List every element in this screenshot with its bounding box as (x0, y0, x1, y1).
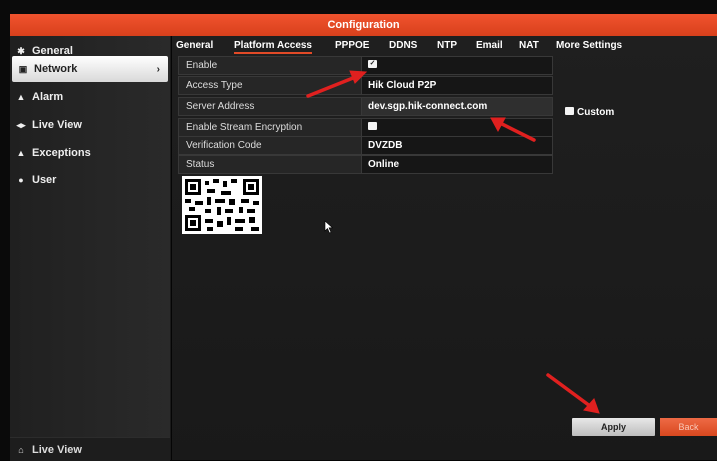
mouse-cursor-icon (324, 220, 334, 234)
sidebar-item-user[interactable]: ● User (10, 167, 170, 193)
sidebar-item-label: Live View (32, 119, 82, 131)
sidebar-item-label: Exceptions (32, 147, 91, 159)
access-type-select[interactable]: Hik Cloud P2P (362, 77, 552, 94)
status-row: Status Online (178, 155, 553, 174)
back-button[interactable]: Back (660, 418, 717, 436)
verification-code-row: Verification Code DVZDB (178, 136, 553, 155)
gear-icon: ✱ (17, 45, 25, 56)
tab-ddns[interactable]: DDNS (389, 40, 417, 51)
apply-button[interactable]: Apply (572, 418, 655, 436)
sidebar-item-alarm[interactable]: ▲ Alarm (10, 84, 170, 110)
alarm-icon: ▲ (16, 92, 26, 102)
enable-label: Enable (179, 57, 362, 74)
chevron-right-icon: › (156, 63, 160, 75)
status-value: Online (362, 156, 552, 173)
tab-platform-access[interactable]: Platform Access (234, 40, 312, 54)
screen-bezel-top (0, 0, 717, 14)
user-icon: ● (18, 175, 24, 185)
custom-option[interactable]: Custom (565, 104, 705, 121)
warning-icon: ▲ (16, 148, 26, 158)
tab-ntp[interactable]: NTP (437, 40, 457, 51)
tab-bar: General Platform Access PPPOE DDNS NTP E… (172, 36, 717, 54)
sidebar-item-exceptions[interactable]: ▲ Exceptions (10, 140, 170, 166)
server-address-label: Server Address (179, 98, 362, 115)
network-icon: ▣ (18, 63, 28, 74)
sidebar-item-label: Network (34, 63, 78, 75)
status-label: Status (179, 156, 362, 173)
live-view-button[interactable]: ⌂ Live View (10, 437, 170, 461)
sidebar: ✱ General ▣ Network › ▲ Alarm ◂▸ Live Vi… (10, 36, 171, 460)
qr-code-image (182, 176, 262, 234)
access-type-row: Access Type Hik Cloud P2P (178, 76, 553, 95)
sidebar-item-live-view[interactable]: ◂▸ Live View (10, 112, 170, 138)
enable-checkbox[interactable]: ✓ (368, 60, 377, 69)
server-address-field[interactable]: dev.sgp.hik-connect.com (362, 98, 552, 115)
tab-pppoe[interactable]: PPPOE (335, 40, 369, 51)
live-view-label: Live View (32, 443, 82, 456)
tab-more-settings[interactable]: More Settings (556, 40, 622, 51)
verification-code-field[interactable]: DVZDB (362, 137, 552, 154)
sidebar-item-label: User (32, 174, 57, 186)
stream-encryption-label: Enable Stream Encryption (179, 119, 362, 136)
home-icon: ⌂ (18, 444, 24, 455)
stream-encryption-row: Enable Stream Encryption (178, 118, 553, 137)
custom-label: Custom (577, 107, 615, 118)
sidebar-item-label: Alarm (32, 91, 64, 103)
tab-general[interactable]: General (176, 40, 213, 51)
sidebar-item-network[interactable]: ▣ Network › (12, 56, 168, 82)
screen-bezel-left (0, 0, 10, 460)
access-type-label: Access Type (179, 77, 362, 94)
stream-encryption-checkbox[interactable] (368, 122, 377, 131)
enable-row: Enable ✓ (178, 56, 553, 75)
server-address-row: Server Address dev.sgp.hik-connect.com (178, 97, 553, 116)
main-panel: General Platform Access PPPOE DDNS NTP E… (172, 36, 717, 460)
tab-email[interactable]: Email (476, 40, 503, 51)
live-view-icon: ◂▸ (16, 119, 26, 130)
tab-nat[interactable]: NAT (519, 40, 539, 51)
window-title: Configuration (10, 14, 717, 36)
verification-code-label: Verification Code (179, 137, 362, 154)
custom-checkbox[interactable] (565, 107, 574, 116)
